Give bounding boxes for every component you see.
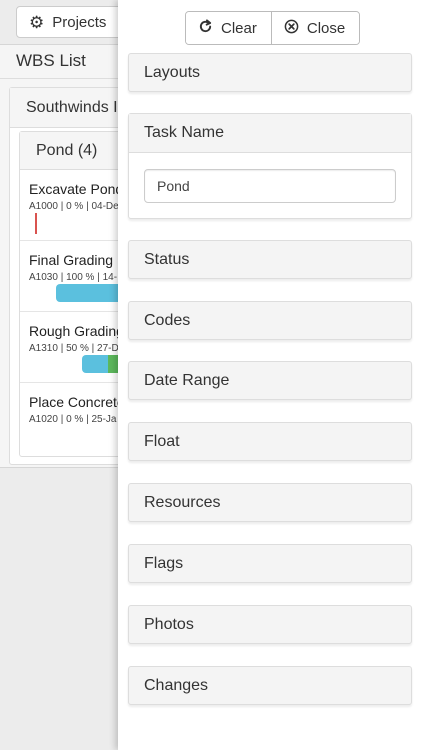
- refresh-icon: [198, 19, 213, 37]
- section-date-range[interactable]: Date Range: [128, 361, 412, 400]
- wbs-group-title[interactable]: Pond (4): [20, 132, 128, 170]
- section-status[interactable]: Status: [128, 240, 412, 279]
- task-name: Excavate Pond: [29, 181, 124, 197]
- task-row[interactable]: Excavate Pond A1000 | 0 % | 04-De: [20, 170, 128, 241]
- drawer-button-group: Clear Close: [185, 11, 361, 45]
- section-photos[interactable]: Photos: [128, 605, 412, 644]
- wbs-list-title: WBS List: [0, 45, 129, 79]
- close-label: Close: [306, 19, 346, 37]
- section-task-name: Task Name: [128, 113, 412, 219]
- wbs-list-panel: WBS List Southwinds I Pond (4) Excavate …: [0, 44, 130, 468]
- task-row[interactable]: Place Concrete A1020 | 0 % | 25-Ja: [20, 383, 128, 454]
- section-task-name-header[interactable]: Task Name: [129, 114, 411, 153]
- close-circle-icon: [284, 19, 299, 37]
- clear-label: Clear: [221, 19, 257, 37]
- project-panel: Southwinds I Pond (4) Excavate Pond A100…: [9, 87, 129, 465]
- task-name: Rough Grading: [29, 323, 124, 339]
- close-button[interactable]: Close: [270, 12, 360, 44]
- section-layouts[interactable]: Layouts: [128, 53, 412, 92]
- filter-drawer: Clear Close Layouts Task Name Status Cod…: [118, 0, 422, 750]
- projects-button[interactable]: ⚙ Projects: [16, 6, 126, 38]
- section-changes[interactable]: Changes: [128, 666, 412, 705]
- section-flags[interactable]: Flags: [128, 544, 412, 583]
- projects-label: Projects: [52, 13, 107, 31]
- wbs-group-panel: Pond (4) Excavate Pond A1000 | 0 % | 04-…: [19, 131, 129, 457]
- task-row[interactable]: Rough Grading A1310 | 50 % | 27-D: [20, 312, 128, 383]
- section-resources[interactable]: Resources: [128, 483, 412, 522]
- task-row[interactable]: Final Grading A1030 | 100 % | 14-: [20, 241, 128, 312]
- task-meta: A1030 | 100 % | 14-: [29, 272, 118, 283]
- project-title[interactable]: Southwinds I: [10, 88, 128, 128]
- task-meta: A1020 | 0 % | 25-Ja: [29, 414, 117, 425]
- task-name-input[interactable]: [144, 169, 396, 203]
- section-codes[interactable]: Codes: [128, 301, 412, 340]
- task-meta: A1310 | 50 % | 27-D: [29, 343, 119, 354]
- task-name: Place Concrete: [29, 394, 125, 410]
- task-meta: A1000 | 0 % | 04-De: [29, 201, 119, 212]
- task-name: Final Grading: [29, 252, 114, 268]
- clear-button[interactable]: Clear: [186, 12, 271, 44]
- task-progress-marker: [35, 213, 37, 234]
- gear-icon: ⚙: [29, 12, 45, 32]
- section-float[interactable]: Float: [128, 422, 412, 461]
